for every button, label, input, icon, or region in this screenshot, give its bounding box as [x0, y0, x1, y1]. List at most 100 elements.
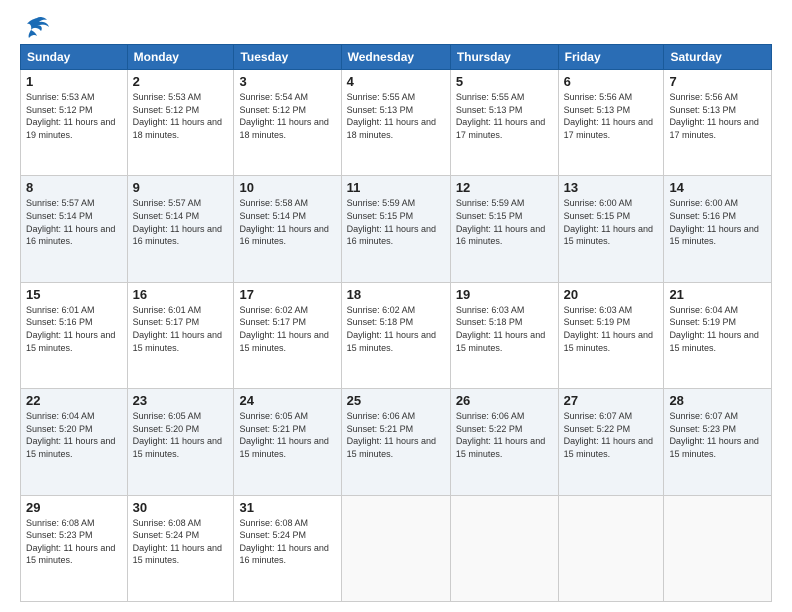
logo-bird-icon [23, 16, 51, 38]
day-number: 11 [347, 180, 445, 195]
day-number: 21 [669, 287, 766, 302]
day-detail: Sunrise: 6:03 AMSunset: 5:18 PMDaylight:… [456, 305, 545, 353]
day-detail: Sunrise: 5:55 AMSunset: 5:13 PMDaylight:… [456, 92, 545, 140]
calendar-cell: 29 Sunrise: 6:08 AMSunset: 5:23 PMDaylig… [21, 495, 128, 601]
weekday-header-wednesday: Wednesday [341, 45, 450, 70]
day-number: 20 [564, 287, 659, 302]
day-detail: Sunrise: 6:00 AMSunset: 5:15 PMDaylight:… [564, 198, 653, 246]
calendar-cell: 7 Sunrise: 5:56 AMSunset: 5:13 PMDayligh… [664, 70, 772, 176]
calendar-cell: 17 Sunrise: 6:02 AMSunset: 5:17 PMDaylig… [234, 282, 341, 388]
day-number: 28 [669, 393, 766, 408]
day-number: 24 [239, 393, 335, 408]
calendar-cell: 5 Sunrise: 5:55 AMSunset: 5:13 PMDayligh… [450, 70, 558, 176]
day-number: 2 [133, 74, 229, 89]
day-detail: Sunrise: 5:58 AMSunset: 5:14 PMDaylight:… [239, 198, 328, 246]
day-detail: Sunrise: 6:01 AMSunset: 5:17 PMDaylight:… [133, 305, 222, 353]
calendar-cell [558, 495, 664, 601]
day-number: 9 [133, 180, 229, 195]
day-number: 5 [456, 74, 553, 89]
day-number: 16 [133, 287, 229, 302]
calendar-cell: 23 Sunrise: 6:05 AMSunset: 5:20 PMDaylig… [127, 389, 234, 495]
weekday-header-thursday: Thursday [450, 45, 558, 70]
day-number: 13 [564, 180, 659, 195]
day-detail: Sunrise: 6:08 AMSunset: 5:24 PMDaylight:… [239, 518, 328, 566]
day-detail: Sunrise: 5:59 AMSunset: 5:15 PMDaylight:… [456, 198, 545, 246]
day-detail: Sunrise: 5:57 AMSunset: 5:14 PMDaylight:… [133, 198, 222, 246]
day-detail: Sunrise: 6:00 AMSunset: 5:16 PMDaylight:… [669, 198, 758, 246]
calendar-cell [664, 495, 772, 601]
calendar-cell: 31 Sunrise: 6:08 AMSunset: 5:24 PMDaylig… [234, 495, 341, 601]
day-detail: Sunrise: 5:56 AMSunset: 5:13 PMDaylight:… [564, 92, 653, 140]
header [20, 16, 772, 34]
calendar-cell: 20 Sunrise: 6:03 AMSunset: 5:19 PMDaylig… [558, 282, 664, 388]
day-detail: Sunrise: 6:08 AMSunset: 5:24 PMDaylight:… [133, 518, 222, 566]
day-number: 14 [669, 180, 766, 195]
calendar-cell: 28 Sunrise: 6:07 AMSunset: 5:23 PMDaylig… [664, 389, 772, 495]
weekday-header-monday: Monday [127, 45, 234, 70]
calendar-cell [341, 495, 450, 601]
calendar-cell: 18 Sunrise: 6:02 AMSunset: 5:18 PMDaylig… [341, 282, 450, 388]
logo [20, 16, 51, 34]
day-detail: Sunrise: 5:53 AMSunset: 5:12 PMDaylight:… [133, 92, 222, 140]
day-number: 4 [347, 74, 445, 89]
day-detail: Sunrise: 6:06 AMSunset: 5:21 PMDaylight:… [347, 411, 436, 459]
page: SundayMondayTuesdayWednesdayThursdayFrid… [0, 0, 792, 612]
day-number: 7 [669, 74, 766, 89]
calendar-cell: 30 Sunrise: 6:08 AMSunset: 5:24 PMDaylig… [127, 495, 234, 601]
calendar-cell: 16 Sunrise: 6:01 AMSunset: 5:17 PMDaylig… [127, 282, 234, 388]
calendar-cell: 12 Sunrise: 5:59 AMSunset: 5:15 PMDaylig… [450, 176, 558, 282]
day-detail: Sunrise: 6:06 AMSunset: 5:22 PMDaylight:… [456, 411, 545, 459]
day-detail: Sunrise: 6:01 AMSunset: 5:16 PMDaylight:… [26, 305, 115, 353]
day-number: 12 [456, 180, 553, 195]
day-detail: Sunrise: 6:02 AMSunset: 5:17 PMDaylight:… [239, 305, 328, 353]
day-number: 1 [26, 74, 122, 89]
day-detail: Sunrise: 6:07 AMSunset: 5:23 PMDaylight:… [669, 411, 758, 459]
day-number: 3 [239, 74, 335, 89]
day-detail: Sunrise: 6:05 AMSunset: 5:20 PMDaylight:… [133, 411, 222, 459]
calendar-cell: 10 Sunrise: 5:58 AMSunset: 5:14 PMDaylig… [234, 176, 341, 282]
day-number: 8 [26, 180, 122, 195]
calendar-cell: 14 Sunrise: 6:00 AMSunset: 5:16 PMDaylig… [664, 176, 772, 282]
calendar-cell: 25 Sunrise: 6:06 AMSunset: 5:21 PMDaylig… [341, 389, 450, 495]
day-detail: Sunrise: 6:03 AMSunset: 5:19 PMDaylight:… [564, 305, 653, 353]
day-detail: Sunrise: 5:55 AMSunset: 5:13 PMDaylight:… [347, 92, 436, 140]
weekday-header-friday: Friday [558, 45, 664, 70]
day-number: 26 [456, 393, 553, 408]
calendar-cell: 24 Sunrise: 6:05 AMSunset: 5:21 PMDaylig… [234, 389, 341, 495]
day-number: 22 [26, 393, 122, 408]
day-detail: Sunrise: 5:53 AMSunset: 5:12 PMDaylight:… [26, 92, 115, 140]
day-number: 15 [26, 287, 122, 302]
day-number: 30 [133, 500, 229, 515]
calendar-cell: 27 Sunrise: 6:07 AMSunset: 5:22 PMDaylig… [558, 389, 664, 495]
day-detail: Sunrise: 6:04 AMSunset: 5:20 PMDaylight:… [26, 411, 115, 459]
calendar-cell: 9 Sunrise: 5:57 AMSunset: 5:14 PMDayligh… [127, 176, 234, 282]
calendar-cell: 3 Sunrise: 5:54 AMSunset: 5:12 PMDayligh… [234, 70, 341, 176]
day-number: 31 [239, 500, 335, 515]
day-number: 29 [26, 500, 122, 515]
day-detail: Sunrise: 6:04 AMSunset: 5:19 PMDaylight:… [669, 305, 758, 353]
day-number: 10 [239, 180, 335, 195]
calendar-cell: 13 Sunrise: 6:00 AMSunset: 5:15 PMDaylig… [558, 176, 664, 282]
day-number: 18 [347, 287, 445, 302]
day-detail: Sunrise: 5:56 AMSunset: 5:13 PMDaylight:… [669, 92, 758, 140]
calendar-cell: 22 Sunrise: 6:04 AMSunset: 5:20 PMDaylig… [21, 389, 128, 495]
calendar-cell: 1 Sunrise: 5:53 AMSunset: 5:12 PMDayligh… [21, 70, 128, 176]
day-detail: Sunrise: 5:54 AMSunset: 5:12 PMDaylight:… [239, 92, 328, 140]
day-number: 27 [564, 393, 659, 408]
day-detail: Sunrise: 6:07 AMSunset: 5:22 PMDaylight:… [564, 411, 653, 459]
day-detail: Sunrise: 6:05 AMSunset: 5:21 PMDaylight:… [239, 411, 328, 459]
weekday-header-tuesday: Tuesday [234, 45, 341, 70]
calendar-cell [450, 495, 558, 601]
weekday-header-saturday: Saturday [664, 45, 772, 70]
weekday-header-sunday: Sunday [21, 45, 128, 70]
calendar-cell: 4 Sunrise: 5:55 AMSunset: 5:13 PMDayligh… [341, 70, 450, 176]
day-number: 19 [456, 287, 553, 302]
day-detail: Sunrise: 6:02 AMSunset: 5:18 PMDaylight:… [347, 305, 436, 353]
calendar-cell: 26 Sunrise: 6:06 AMSunset: 5:22 PMDaylig… [450, 389, 558, 495]
calendar-cell: 21 Sunrise: 6:04 AMSunset: 5:19 PMDaylig… [664, 282, 772, 388]
day-number: 25 [347, 393, 445, 408]
calendar-cell: 19 Sunrise: 6:03 AMSunset: 5:18 PMDaylig… [450, 282, 558, 388]
day-detail: Sunrise: 6:08 AMSunset: 5:23 PMDaylight:… [26, 518, 115, 566]
day-detail: Sunrise: 5:59 AMSunset: 5:15 PMDaylight:… [347, 198, 436, 246]
day-number: 17 [239, 287, 335, 302]
